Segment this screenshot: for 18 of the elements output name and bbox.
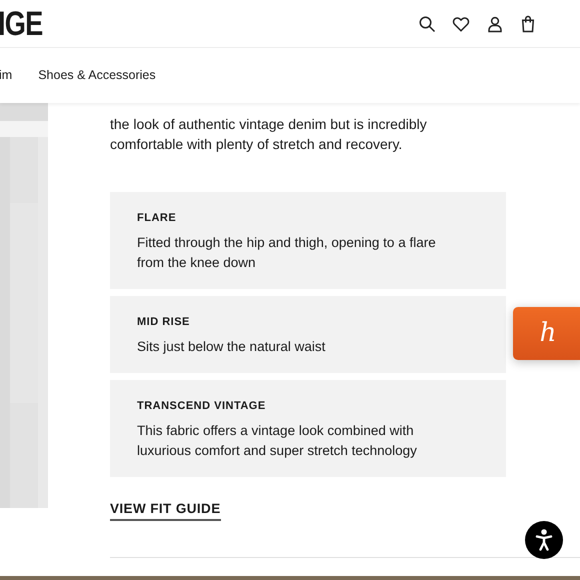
nav-link[interactable]: im bbox=[0, 66, 12, 85]
feature-title: MID RISE bbox=[137, 315, 191, 329]
feature-text: Fitted through the hip and thigh, opening to a flare from the knee down bbox=[137, 234, 437, 272]
accessibility-button[interactable] bbox=[525, 521, 563, 559]
honey-button[interactable]: h bbox=[513, 307, 580, 360]
feature-text: This fabric offers a vintage look combined with luxurious comfort and super stretch technology bbox=[137, 422, 418, 460]
description-text: comfortable with plenty of stretch and recovery. bbox=[110, 135, 404, 154]
account-icon[interactable] bbox=[486, 14, 504, 32]
feature-title: TRANSCEND VINTAGE bbox=[137, 399, 267, 413]
heart-icon[interactable] bbox=[452, 14, 470, 32]
search-icon[interactable] bbox=[418, 14, 436, 32]
nav-link[interactable]: Shoes & Accessories bbox=[38, 66, 156, 85]
description-text: the look of authentic vintage denim but is incredibly bbox=[110, 115, 428, 134]
brand-logo[interactable]: IGE bbox=[0, 6, 42, 40]
bag-icon[interactable] bbox=[520, 14, 536, 32]
feature-title: FLARE bbox=[137, 211, 178, 225]
fit-guide-link[interactable]: VIEW FIT GUIDE bbox=[110, 500, 221, 521]
feature-text: Sits just below the natural waist bbox=[137, 338, 326, 356]
